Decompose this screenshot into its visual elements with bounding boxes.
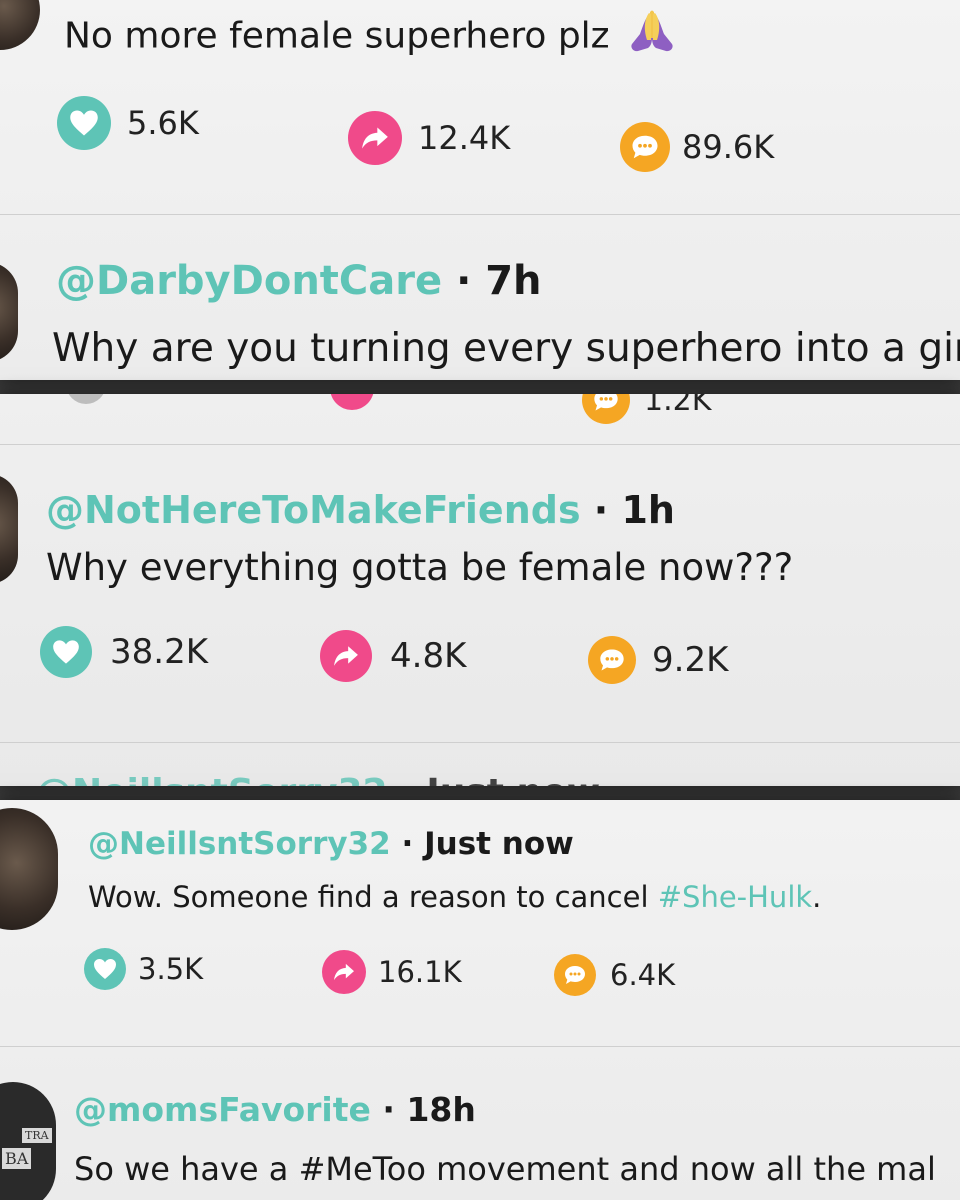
comment-header: @NeillsntSorry32 · Just now [88,826,574,862]
avatar[interactable] [0,474,18,584]
like-stat[interactable]: 3.5K [84,948,203,990]
username[interactable]: @DarbyDontCare [56,258,442,304]
share-stat[interactable]: 12.4K [348,111,510,165]
timestamp: 1h [621,488,675,532]
timestamp: Just now [424,826,574,862]
username[interactable]: @momsFavorite [74,1090,371,1129]
comment-text-content: No more female superhero plz [64,15,610,57]
comment-bubble-icon[interactable] [554,954,596,996]
screenshot-strip-3: @NeillsntSorry32 · Just now Wow. Someone… [0,800,960,1200]
folded-hands-icon [628,10,676,65]
avatar-sign-text: TRA [22,1128,52,1143]
reply-stat[interactable]: 6.4K [554,954,675,996]
separator-dot: · [401,826,414,862]
reply-stat[interactable]: 9.2K [588,636,728,684]
comment-header: @NotHereToMakeFriends · 1h [46,488,675,532]
heart-icon[interactable] [40,626,92,678]
share-icon[interactable] [322,950,366,994]
comment-header: @momsFavorite · 18h [74,1090,476,1129]
reply-count: 9.2K [652,640,729,680]
separator-dot: · [456,258,472,304]
reply-stat-partial[interactable]: 1.2K [582,394,711,424]
share-icon[interactable] [348,111,402,165]
avatar[interactable] [0,0,40,50]
comment-header: @DarbyDontCare · 7h [56,258,542,304]
comment-text-end: . [812,880,822,914]
timestamp: 18h [406,1090,476,1129]
share-icon[interactable] [320,630,372,682]
comment-text: No more female superhero plz [64,10,676,65]
screenshot-strip-1: No more female superhero plz 5.6K 12.4K … [0,0,960,380]
reply-count: 1.2K [644,394,712,418]
divider [0,444,960,445]
share-icon[interactable] [330,394,374,410]
heart-icon[interactable] [66,394,106,404]
reply-stat[interactable]: 89.6K [620,122,774,172]
share-count: 16.1K [378,955,462,989]
comment-bubble-icon[interactable] [620,122,670,172]
like-count: 5.6K [127,104,199,142]
avatar[interactable] [0,808,58,930]
separator-dot: · [400,772,414,786]
separator-dot: · [382,1090,395,1129]
comment-bubble-icon[interactable] [588,636,636,684]
timestamp: Just now [426,772,600,786]
username[interactable]: @NotHereToMakeFriends [46,488,581,532]
timestamp: 7h [485,258,542,304]
like-count: 38.2K [110,632,208,672]
divider [0,214,960,215]
share-count: 12.4K [418,119,511,157]
divider [0,1046,960,1047]
reply-count: 89.6K [682,128,775,166]
comment-text: So we have a #MeToo movement and now all… [74,1150,936,1188]
like-stat[interactable]: 38.2K [40,626,208,678]
comment-text: Wow. Someone find a reason to cancel #Sh… [88,880,821,914]
separator-dot: · [593,488,609,532]
hashtag-link[interactable]: #She-Hulk [658,880,812,914]
username[interactable]: @NeillsntSorry32 [88,826,391,862]
reply-count: 6.4K [610,958,676,992]
like-stat[interactable]: 5.6K [57,96,199,150]
heart-icon[interactable] [57,96,111,150]
comment-text: Why everything gotta be female now??? [46,546,794,589]
share-stat[interactable]: 4.8K [320,630,466,682]
avatar[interactable]: TRA BA [0,1082,56,1200]
comment-text: Why are you turning every superhero into… [52,326,960,371]
avatar-sign-text: BA [2,1148,32,1169]
like-count: 3.5K [138,952,204,986]
username[interactable]: @NeillsntSorry32 [36,772,388,786]
share-stat[interactable]: 16.1K [322,950,462,994]
share-count: 4.8K [390,636,467,676]
screenshot-strip-2: 1.2K @NotHereToMakeFriends · 1h Why ever… [0,394,960,786]
comment-text-content: Wow. Someone find a reason to cancel [88,880,658,914]
avatar[interactable] [0,262,18,362]
divider [0,742,960,743]
comment-header-partial: @NeillsntSorry32 · Just now [36,772,600,786]
comment-bubble-icon[interactable] [582,394,630,424]
heart-icon[interactable] [84,948,126,990]
